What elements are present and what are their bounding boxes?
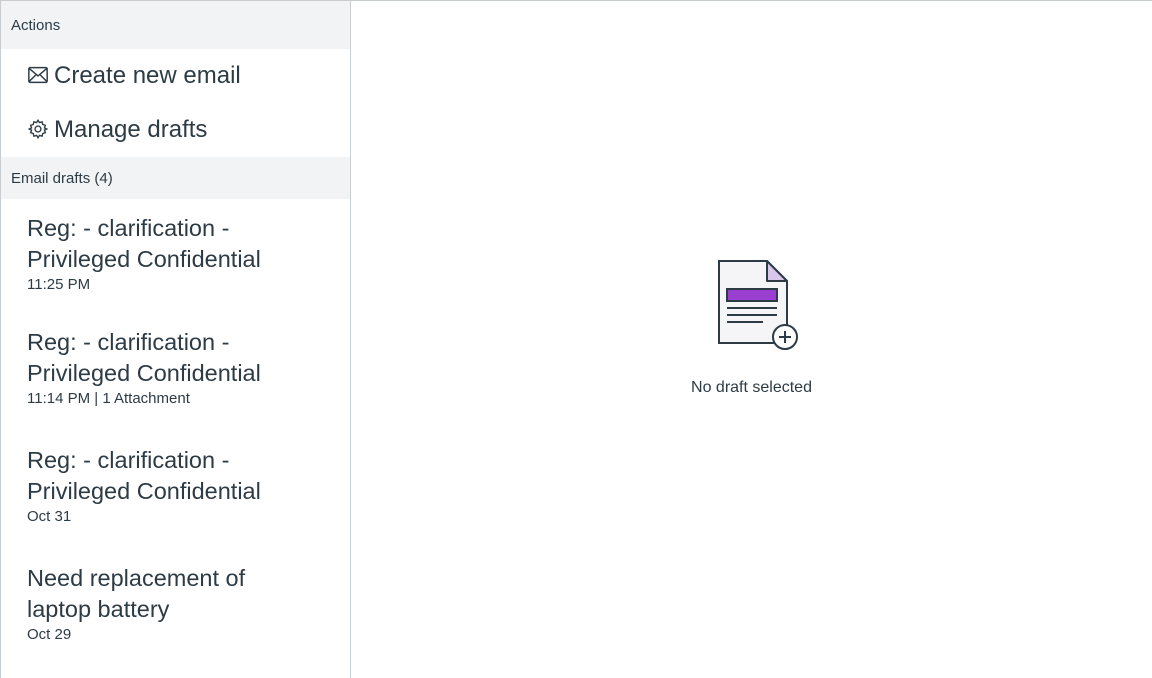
empty-state-text: No draft selected <box>691 379 812 396</box>
draft-subject: Reg: - clarification - Privileged Confid… <box>27 447 261 504</box>
actions-header-label: Actions <box>11 16 61 34</box>
envelope-icon <box>27 64 51 88</box>
create-new-email-button[interactable]: Create new email <box>1 49 350 103</box>
draft-list-item[interactable]: Need replacement of laptop battery Oct 2… <box>1 551 350 669</box>
draft-meta: Oct 31 <box>27 508 72 525</box>
draft-list-item[interactable]: Reg: - clarification - Privileged Confid… <box>1 201 350 315</box>
empty-state: No draft selected <box>351 257 1152 397</box>
draft-list-item[interactable]: Reg: - clarification - Privileged Confid… <box>1 433 350 551</box>
draft-meta: 11:25 PM <box>27 276 91 293</box>
draft-subject: Reg: - clarification - Privileged Confid… <box>27 329 261 386</box>
app-window: Actions Create new email Manage drafts E… <box>0 0 1152 678</box>
draft-list: Reg: - clarification - Privileged Confid… <box>1 199 350 669</box>
drafts-section-header: Email drafts (4) <box>1 157 350 199</box>
drafts-header-label: Email drafts (4) <box>11 169 113 187</box>
create-new-email-label: Create new email <box>54 62 241 89</box>
sidebar: Actions Create new email Manage drafts E… <box>1 1 351 678</box>
draft-subject: Reg: - clarification - Privileged Confid… <box>27 215 261 272</box>
gear-icon <box>27 118 51 142</box>
draft-subject: Need replacement of laptop battery <box>27 565 246 622</box>
manage-drafts-button[interactable]: Manage drafts <box>1 103 350 157</box>
draft-list-item[interactable]: Reg: - clarification - Privileged Confid… <box>1 315 350 433</box>
actions-section-header: Actions <box>1 1 350 49</box>
draft-meta: 11:14 PM | 1 Attachment <box>27 390 190 407</box>
document-add-icon <box>717 260 798 350</box>
main-panel: No draft selected <box>351 1 1152 678</box>
manage-drafts-label: Manage drafts <box>54 116 208 143</box>
draft-meta: Oct 29 <box>27 626 72 643</box>
